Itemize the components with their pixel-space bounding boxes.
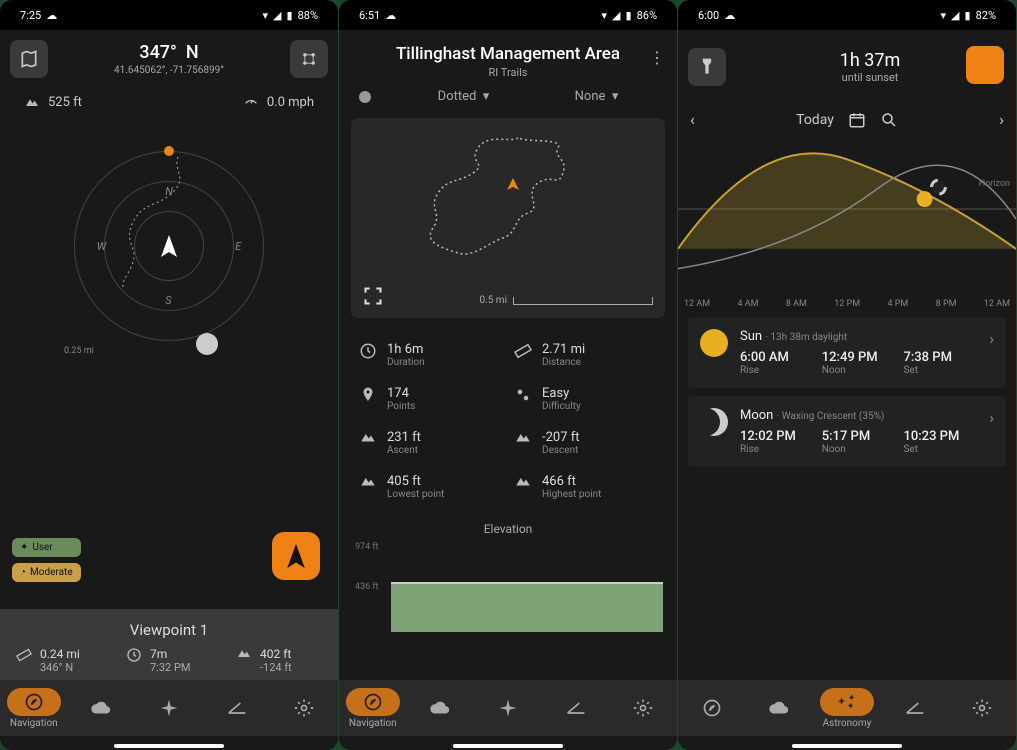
overlay-dropdown[interactable]: None ▾ bbox=[536, 89, 657, 104]
flashlight-button[interactable] bbox=[688, 48, 726, 86]
time-remaining: 1h 37m bbox=[744, 50, 996, 71]
nav-navigation[interactable]: Navigation bbox=[7, 688, 61, 729]
battery-icon: ▮ bbox=[287, 9, 293, 22]
low-icon bbox=[359, 474, 377, 488]
mountain-icon bbox=[236, 647, 252, 659]
altitude-icon bbox=[24, 96, 40, 108]
more-menu-button[interactable]: ⋮ bbox=[649, 48, 665, 67]
sun-icon bbox=[700, 329, 728, 357]
sun-path-chart[interactable]: Horizon 12 AM4 AM8 AM12 PM4 PM8 PM12 AM bbox=[678, 139, 1016, 309]
beacons-button[interactable] bbox=[290, 40, 328, 78]
angle-icon bbox=[227, 700, 247, 716]
trail-subtitle: RI Trails bbox=[339, 66, 677, 79]
heading-display[interactable]: 347° N 41.645062°, -71.756899° bbox=[56, 42, 282, 76]
navigation-screen: 7:25 ☁ ▾ ◢ ▮ 88% 347° N 41.645062°, -71.7568… bbox=[0, 0, 338, 750]
speed-icon bbox=[243, 94, 259, 110]
status-bar: 7:25 ☁ ▾ ◢ ▮ 88% bbox=[0, 0, 338, 30]
user-layer-badge[interactable]: ✦ User bbox=[12, 538, 81, 557]
nav-clinometer[interactable] bbox=[549, 694, 603, 722]
astronomy-screen: 6:00☁ ▾◢▮82% 1h 37m until sunset ‹ Today… bbox=[678, 0, 1016, 750]
status-bar: 6:51☁ ▾◢▮86% bbox=[339, 0, 677, 30]
home-indicator[interactable] bbox=[114, 744, 224, 748]
clock-icon bbox=[359, 342, 377, 360]
next-day-button[interactable]: › bbox=[999, 110, 1004, 129]
bottom-nav: Astronomy bbox=[678, 680, 1016, 736]
moon-card[interactable]: Moon · Waxing Crescent (35%) 12:02 PMRis… bbox=[688, 396, 1006, 467]
nav-weather[interactable] bbox=[413, 694, 467, 722]
map-scale: 0.5 mi bbox=[479, 295, 653, 306]
wifi-icon: ▾ bbox=[263, 9, 269, 22]
ruler-icon bbox=[514, 342, 532, 360]
trail-detail-screen: 6:51☁ ▾◢▮86% Tillinghast Management Area… bbox=[339, 0, 677, 750]
battery-pct: 88% bbox=[298, 9, 318, 22]
viewpoint-title: Viewpoint 1 bbox=[16, 621, 322, 639]
signal-icon: ◢ bbox=[273, 9, 281, 22]
compass-icon bbox=[24, 692, 44, 712]
trail-map[interactable]: 0.5 mi bbox=[351, 118, 665, 318]
sun-card[interactable]: Sun · 13h 38m daylight 6:00 AMRise 12:49… bbox=[688, 317, 1006, 388]
nav-settings[interactable] bbox=[277, 694, 331, 722]
moon-icon bbox=[196, 333, 218, 355]
fullscreen-button[interactable] bbox=[363, 286, 383, 306]
calendar-button[interactable] bbox=[848, 111, 866, 129]
footsteps-icon bbox=[514, 386, 532, 404]
nav-weather[interactable] bbox=[74, 694, 128, 722]
trail-stats: 1h 6mDuration 2.71 miDistance 174Points … bbox=[339, 326, 677, 516]
descent-icon bbox=[514, 430, 532, 444]
nav-tools[interactable] bbox=[481, 694, 535, 722]
elevation-title: Elevation bbox=[339, 522, 677, 536]
line-style-dropdown[interactable]: Dotted ▾ bbox=[403, 89, 524, 104]
radius-label: 0.25 mi bbox=[64, 346, 94, 356]
moon-icon bbox=[700, 408, 728, 436]
recenter-button[interactable] bbox=[272, 532, 320, 580]
nav-settings[interactable] bbox=[616, 694, 670, 722]
today-label: Today bbox=[796, 112, 834, 128]
nav-settings[interactable] bbox=[955, 694, 1009, 722]
cloud-icon bbox=[90, 700, 112, 716]
chevron-right-icon: › bbox=[989, 329, 994, 348]
moderate-badge[interactable]: ◔ Moderate bbox=[12, 563, 81, 582]
prev-day-button[interactable]: ‹ bbox=[690, 110, 695, 129]
time-axis: 12 AM4 AM8 AM12 PM4 PM8 PM12 AM bbox=[678, 299, 1016, 309]
status-time: 7:25 bbox=[20, 9, 41, 22]
clock-icon bbox=[126, 647, 142, 663]
bottom-nav: Navigation bbox=[0, 680, 338, 736]
home-indicator[interactable] bbox=[453, 744, 563, 748]
search-button[interactable] bbox=[880, 111, 898, 129]
nav-clinometer[interactable] bbox=[888, 694, 942, 722]
trail-title: Tillinghast Management Area bbox=[339, 44, 677, 64]
ascent-icon bbox=[359, 430, 377, 444]
nav-tools[interactable] bbox=[142, 694, 196, 722]
compass[interactable]: N S W E 0.25 mi bbox=[0, 116, 338, 376]
status-bar: 6:00☁ ▾◢▮82% bbox=[678, 0, 1016, 30]
gear-icon bbox=[294, 698, 314, 718]
nav-navigation[interactable] bbox=[685, 694, 739, 722]
home-indicator[interactable] bbox=[792, 744, 902, 748]
nav-weather[interactable] bbox=[752, 694, 806, 722]
chevron-right-icon: › bbox=[989, 408, 994, 427]
nav-clinometer[interactable] bbox=[210, 694, 264, 722]
map-button[interactable] bbox=[10, 40, 48, 78]
star-icon bbox=[159, 698, 179, 718]
notif-icon: ☁ bbox=[46, 9, 57, 22]
ruler-icon bbox=[16, 647, 32, 663]
nav-astronomy[interactable]: Astronomy bbox=[820, 688, 874, 729]
elevation-chart[interactable]: 974 ft 436 ft bbox=[351, 542, 665, 632]
bottom-nav: Navigation bbox=[339, 680, 677, 736]
high-icon bbox=[514, 474, 532, 488]
pin-icon bbox=[359, 386, 377, 404]
trail-path bbox=[351, 118, 665, 318]
nav-navigation[interactable]: Navigation bbox=[346, 688, 400, 729]
track-path bbox=[118, 157, 208, 287]
download-button[interactable] bbox=[966, 46, 1004, 84]
color-dot[interactable] bbox=[359, 91, 371, 103]
north-marker bbox=[164, 146, 174, 156]
viewpoint-card[interactable]: Viewpoint 1 0.24 mi346° N 7m7:32 PM 402 … bbox=[0, 609, 338, 690]
